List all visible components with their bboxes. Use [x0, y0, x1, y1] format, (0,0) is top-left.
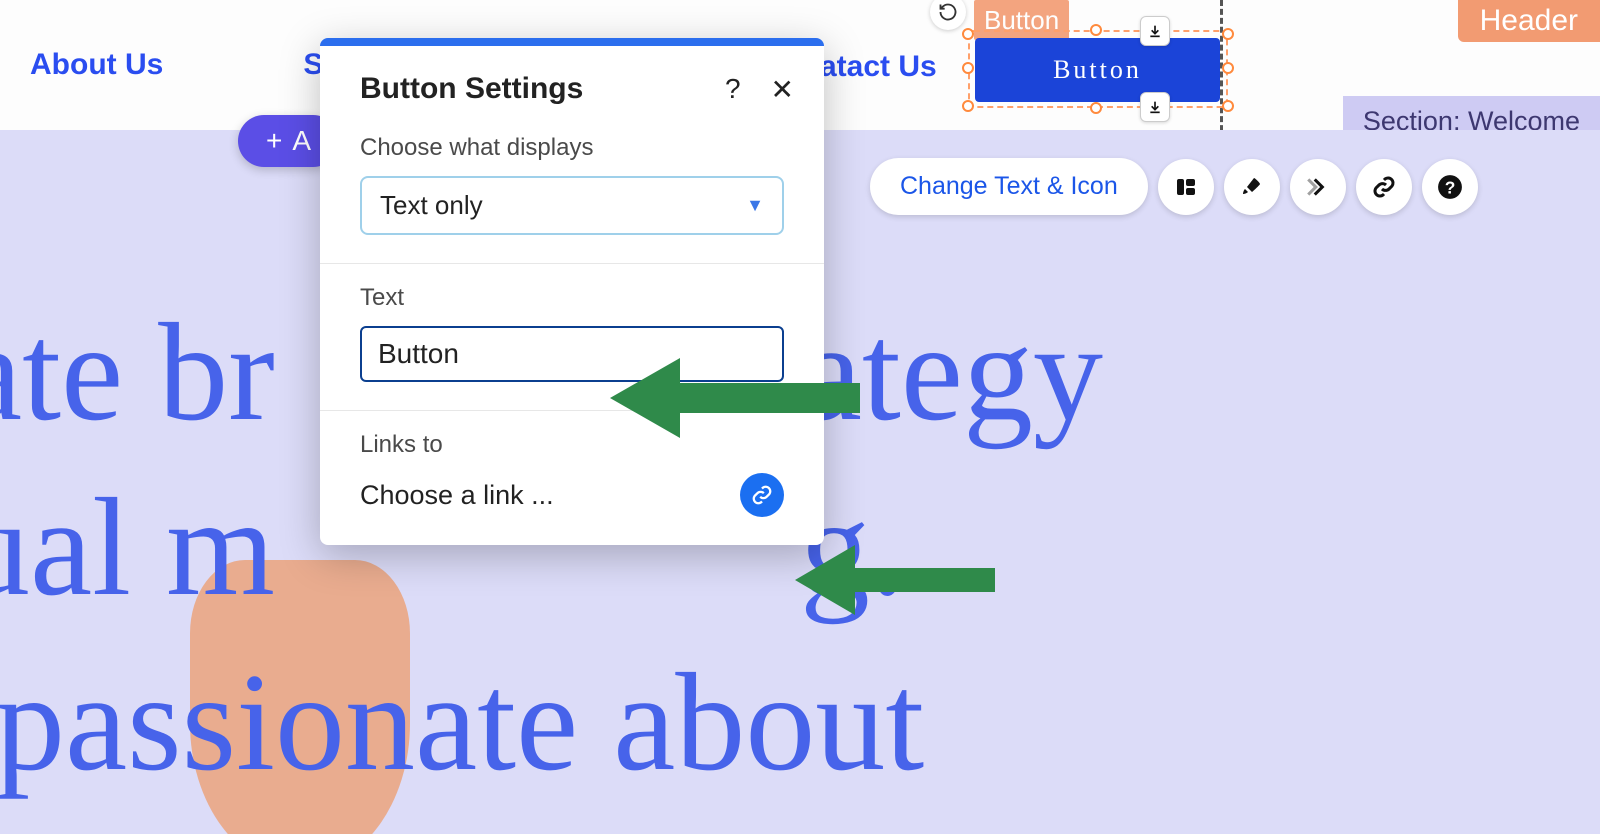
change-text-button[interactable]: Change Text & Icon	[870, 158, 1148, 215]
display-value: Text only	[380, 190, 483, 221]
resize-handle[interactable]	[1090, 24, 1102, 36]
resize-handle[interactable]	[962, 62, 974, 74]
design-brush-icon[interactable]	[1224, 159, 1280, 215]
display-select[interactable]: Text only ▼	[360, 176, 784, 235]
button-settings-panel: Button Settings ? ✕ Choose what displays…	[320, 38, 824, 545]
link-placeholder: Choose a link ...	[360, 480, 554, 511]
selected-button-element[interactable]: Button	[975, 38, 1220, 102]
element-toolbar: Change Text & Icon ?	[870, 158, 1478, 215]
chevron-down-icon: ▼	[746, 195, 764, 216]
panel-title: Button Settings	[360, 72, 583, 106]
svg-text:?: ?	[1444, 177, 1455, 197]
element-label-header: Header	[1458, 0, 1600, 42]
panel-accent-bar	[320, 38, 824, 46]
links-to-label: Links to	[360, 431, 784, 459]
display-label: Choose what displays	[360, 134, 784, 162]
spacing-top-icon[interactable]	[1140, 16, 1170, 46]
resize-handle[interactable]	[1090, 102, 1102, 114]
resize-handle[interactable]	[962, 100, 974, 112]
panel-help-icon[interactable]: ?	[725, 73, 741, 106]
nav-contact[interactable]: atact Us	[820, 50, 937, 84]
choose-link-button[interactable]	[740, 473, 784, 517]
help-icon[interactable]: ?	[1422, 159, 1478, 215]
add-label: A	[292, 125, 311, 157]
resize-handle[interactable]	[1222, 28, 1234, 40]
resize-handle[interactable]	[962, 28, 974, 40]
spacing-bottom-icon[interactable]	[1140, 92, 1170, 122]
text-label: Text	[360, 284, 784, 312]
plus-icon: +	[266, 125, 282, 157]
nav-about[interactable]: About Us	[30, 48, 163, 82]
panel-close-icon[interactable]: ✕	[771, 73, 794, 106]
resize-handle[interactable]	[1222, 100, 1234, 112]
resize-handle[interactable]	[1222, 62, 1234, 74]
button-text-input[interactable]	[360, 326, 784, 382]
layout-icon[interactable]	[1158, 159, 1214, 215]
link-icon[interactable]	[1356, 159, 1412, 215]
animation-icon[interactable]	[1290, 159, 1346, 215]
